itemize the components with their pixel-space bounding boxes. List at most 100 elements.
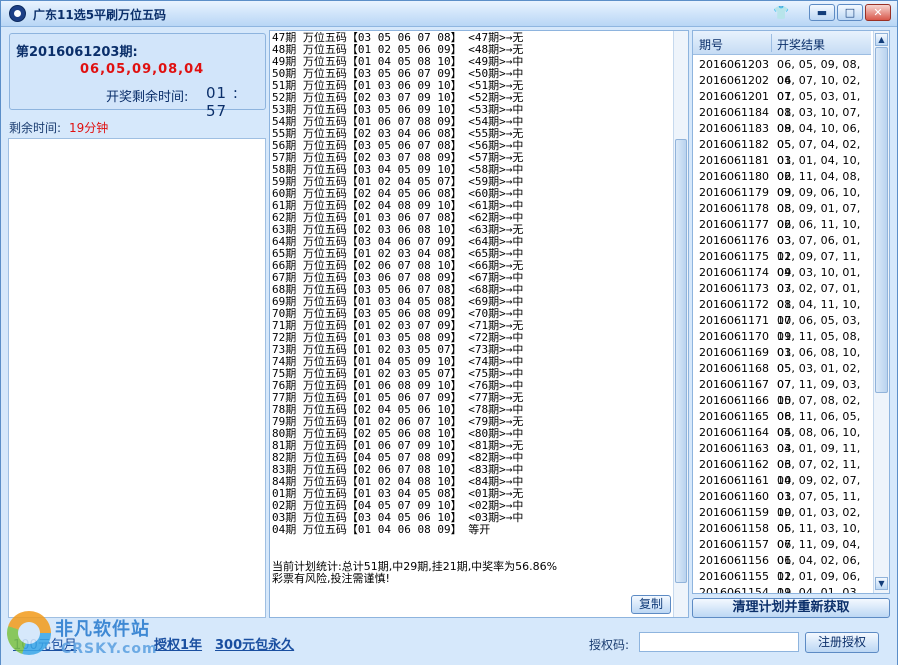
table-row[interactable]: 2016061170 09, 11, 05, 08, 01	[693, 329, 871, 359]
table-row[interactable]: 2016061171 10, 06, 05, 03, 11	[693, 313, 871, 343]
issue-cell: 2016061158	[699, 522, 769, 535]
table-row[interactable]: 2016061172 01, 04, 11, 10, 07	[693, 297, 871, 327]
issue-cell: 2016061171	[699, 314, 769, 327]
issue-cell: 2016061160	[699, 490, 769, 503]
issue-cell: 2016061172	[699, 298, 769, 311]
log-line: 70期 万位五码【03 05 06 08 09】 <70期>→中	[272, 308, 524, 320]
log-scrollbar[interactable]	[673, 31, 688, 617]
issue-cell: 2016061201	[699, 90, 769, 103]
table-row[interactable]: 2016061177 02, 06, 11, 10, 03	[693, 217, 871, 247]
log-line: 84期 万位五码【01 02 04 08 10】 <84期>→中	[272, 476, 524, 488]
countdown-label: 开奖剩余时间:	[106, 90, 189, 105]
price-lifetime-link[interactable]: 300元包永久	[215, 634, 294, 653]
table-row[interactable]: 2016061179 03, 09, 06, 10, 08	[693, 185, 871, 215]
log-line: 55期 万位五码【02 03 04 06 08】 <55期>→无	[272, 128, 524, 140]
issue-cell: 2016061168	[699, 362, 769, 375]
log-line: 50期 万位五码【03 05 06 07 09】 <50期>→中	[272, 68, 524, 80]
table-row[interactable]: 2016061182 05, 07, 04, 02, 01	[693, 137, 871, 167]
column-header-issue[interactable]: 期号	[699, 36, 723, 53]
app-icon	[9, 5, 26, 22]
log-scrollbar-thumb[interactable]	[675, 139, 687, 583]
maximize-button[interactable]: □	[837, 4, 863, 21]
table-row[interactable]: 2016061201 07, 05, 03, 01, 08	[693, 89, 871, 119]
risk-warning-text: 彩票有风险,投注需谨慎!	[272, 572, 390, 585]
table-row[interactable]: 2016061165 08, 11, 06, 05, 04	[693, 409, 871, 439]
issue-cell: 2016061166	[699, 394, 769, 407]
column-separator	[771, 34, 772, 52]
auth-code-label: 授权码:	[589, 638, 630, 652]
table-row[interactable]: 2016061184 01, 03, 10, 07, 09	[693, 105, 871, 135]
table-row[interactable]: 2016061176 03, 07, 06, 01, 11	[693, 233, 871, 263]
log-line: 76期 万位五码【01 06 08 09 10】 <76期>→中	[272, 380, 524, 392]
table-row[interactable]: 2016061178 05, 09, 01, 07, 06	[693, 201, 871, 231]
table-row[interactable]: 2016061167 07, 11, 09, 03, 10	[693, 377, 871, 407]
issue-cell: 2016061203	[699, 58, 769, 71]
scroll-down-arrow-icon[interactable]: ▼	[875, 577, 888, 590]
table-row[interactable]: 2016061173 03, 02, 07, 01, 08	[693, 281, 871, 311]
issue-cell: 2016061175	[699, 250, 769, 263]
tshirt-icon[interactable]: 👕	[773, 6, 789, 21]
log-line: 59期 万位五码【01 02 04 05 07】 <59期>→中	[272, 176, 524, 188]
issue-cell: 2016061183	[699, 122, 769, 135]
issue-cell: 2016061164	[699, 426, 769, 439]
table-row[interactable]: 2016061203 06, 05, 09, 08, 04	[693, 57, 871, 87]
issue-cell: 2016061184	[699, 106, 769, 119]
table-row[interactable]: 2016061163 04, 01, 09, 11, 06	[693, 441, 871, 471]
register-auth-button[interactable]: 注册授权	[805, 632, 879, 653]
log-line: 01期 万位五码【01 03 04 05 08】 <01期>→无	[272, 488, 524, 500]
watermark-cn-text: 非凡软件站	[55, 619, 150, 640]
table-row[interactable]: 2016061174 09, 03, 10, 01, 07	[693, 265, 871, 295]
table-row[interactable]: 2016061183 08, 04, 10, 06, 05	[693, 121, 871, 151]
table-row[interactable]: 2016061160 03, 07, 05, 11, 09	[693, 489, 871, 519]
log-line: 48期 万位五码【01 02 05 06 09】 <48期>→无	[272, 44, 524, 56]
issue-cell: 2016061177	[699, 218, 769, 231]
table-row[interactable]: 2016061202 06, 07, 10, 02, 01	[693, 73, 871, 103]
table-row[interactable]: 2016061155 02, 01, 09, 06, 11	[693, 569, 871, 593]
table-row[interactable]: 2016061156 01, 04, 02, 06, 11	[693, 553, 871, 583]
log-line: 66期 万位五码【02 06 07 08 10】 <66期>→无	[272, 260, 524, 272]
issue-cell: 2016061179	[699, 186, 769, 199]
log-line: 03期 万位五码【03 04 05 06 10】 <03期>→中	[272, 512, 524, 524]
table-row[interactable]: 2016061159 10, 01, 03, 02, 06	[693, 505, 871, 535]
table-row[interactable]: 2016061169 03, 06, 08, 10, 05	[693, 345, 871, 375]
log-line: 78期 万位五码【02 04 05 06 10】 <78期>→中	[272, 404, 524, 416]
log-line: 63期 万位五码【02 03 06 08 10】 <63期>→无	[272, 224, 524, 236]
column-header-result[interactable]: 开奖结果	[777, 36, 825, 53]
table-row[interactable]: 2016061166 05, 07, 08, 02, 06	[693, 393, 871, 423]
issue-cell: 2016061181	[699, 154, 769, 167]
history-table[interactable]: 期号 开奖结果 2016061203 06, 05, 09, 08, 04 2016…	[692, 30, 890, 594]
issue-cell: 2016061156	[699, 554, 769, 567]
table-row[interactable]: 2016061164 05, 08, 06, 10, 03	[693, 425, 871, 455]
history-scrollbar-thumb[interactable]	[875, 47, 888, 393]
table-row[interactable]: 2016061158 05, 11, 03, 10, 06	[693, 521, 871, 551]
log-line: 51期 万位五码【01 03 06 09 10】 <51期>→无	[272, 80, 524, 92]
history-table-header: 期号 开奖结果	[693, 31, 871, 55]
table-row[interactable]: 2016061157 07, 11, 09, 04, 06	[693, 537, 871, 567]
table-row[interactable]: 2016061180 02, 11, 04, 08, 09	[693, 169, 871, 199]
log-line: 57期 万位五码【02 03 07 08 09】 <57期>→无	[272, 152, 524, 164]
close-button[interactable]: ✕	[865, 4, 891, 21]
watermark-logo-icon	[7, 611, 51, 655]
copy-button[interactable]: 复制	[631, 595, 671, 614]
issue-cell: 2016061159	[699, 506, 769, 519]
scroll-up-arrow-icon[interactable]: ▲	[875, 33, 888, 46]
table-row[interactable]: 2016061168 05, 03, 01, 02, 07	[693, 361, 871, 391]
log-line: 53期 万位五码【03 05 06 09 10】 <53期>→中	[272, 104, 524, 116]
table-row[interactable]: 2016061181 03, 01, 04, 10, 06	[693, 153, 871, 183]
issue-cell: 2016061202	[699, 74, 769, 87]
log-line: 62期 万位五码【01 03 06 07 08】 <62期>→中	[272, 212, 524, 224]
issue-cell: 2016061173	[699, 282, 769, 295]
issue-cell: 2016061154	[699, 586, 769, 594]
table-row[interactable]: 2016061161 04, 09, 02, 07, 01	[693, 473, 871, 503]
auth-code-input[interactable]	[639, 632, 799, 652]
table-row[interactable]: 2016061162 03, 07, 02, 11, 10	[693, 457, 871, 487]
table-row[interactable]: 2016061175 02, 09, 07, 11, 04	[693, 249, 871, 279]
minimize-button[interactable]: ▬	[809, 4, 835, 21]
history-scrollbar[interactable]: ▲ ▼	[873, 31, 889, 593]
table-row[interactable]: 2016061154 09, 04, 01, 03, 06	[693, 585, 871, 594]
issue-cell: 2016061180	[699, 170, 769, 183]
title-bar[interactable]: 广东11选5平刷万位五码 👕 ▬ □ ✕	[1, 1, 897, 27]
plan-log-textarea[interactable]: 47期 万位五码【03 05 06 07 08】 <47期>→无 48期 万位五码…	[269, 30, 689, 618]
reset-plan-button[interactable]: 清理计划并重新获取	[692, 598, 890, 618]
history-rows: 2016061203 06, 05, 09, 08, 04 2016061202 06…	[693, 57, 871, 594]
